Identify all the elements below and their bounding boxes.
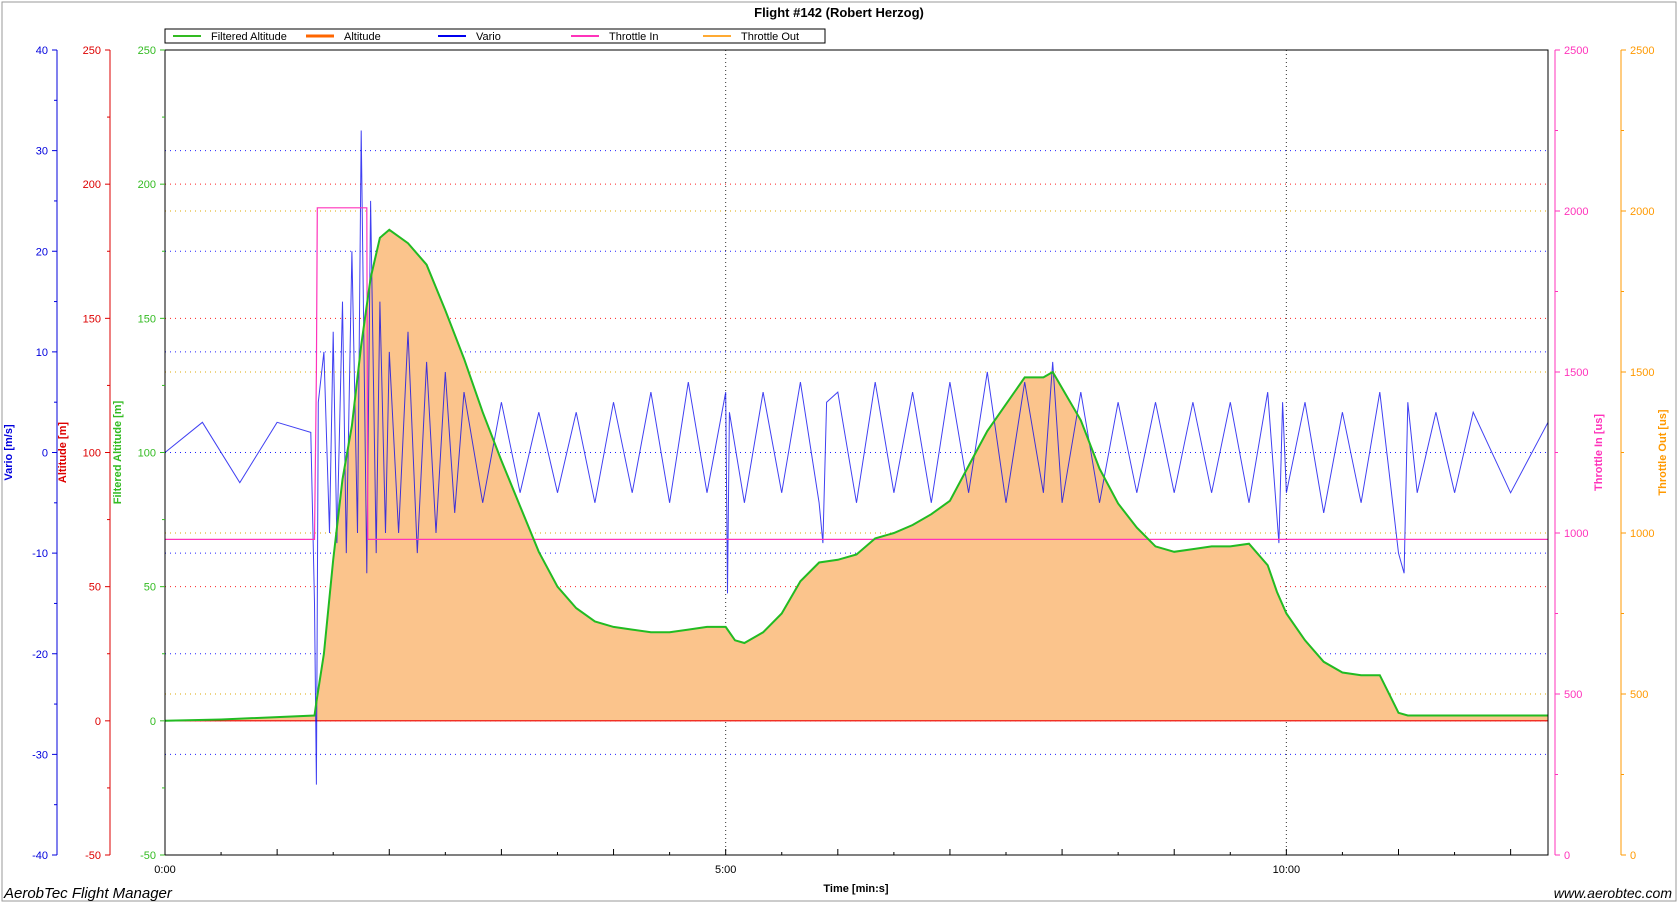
- filtered_altitude-tick-label: 250: [138, 45, 156, 57]
- filtered_altitude-tick-label: 0: [150, 716, 156, 728]
- throttle_in-tick-label: 2500: [1564, 45, 1588, 57]
- throttle_out-tick-label: 1500: [1630, 367, 1654, 379]
- filtered_altitude-tick-label: 200: [138, 179, 156, 191]
- throttle_out-tick-label: 2500: [1630, 45, 1654, 57]
- throttle_in-tick-label: 500: [1564, 689, 1582, 701]
- chart-title: Flight #142 (Robert Herzog): [754, 5, 924, 20]
- x-tick-label: 10:00: [1273, 864, 1301, 876]
- vario-tick-label: 10: [36, 347, 48, 359]
- filtered_altitude-tick-label: 100: [138, 448, 156, 460]
- app-name-footer: AerobTec Flight Manager: [3, 885, 173, 902]
- altitude-axis-title: Altitude [m]: [57, 422, 69, 483]
- throttle_in-tick-label: 2000: [1564, 206, 1588, 218]
- altitude-tick-label: 100: [83, 448, 101, 460]
- vario-tick-label: 30: [36, 146, 48, 158]
- vario-tick-label: 40: [36, 45, 48, 57]
- filtered_altitude-axis-title: Filtered Altitude [m]: [112, 400, 124, 504]
- flight-chart: Flight #142 (Robert Herzog) Filtered Alt…: [0, 0, 1678, 903]
- vario-tick-label: -30: [32, 749, 48, 761]
- x-tick-label: 0:00: [154, 864, 175, 876]
- throttle_in-tick-label: 1000: [1564, 528, 1588, 540]
- legend: Filtered Altitude Altitude Vario Throttle I…: [164, 28, 826, 44]
- altitude-tick-label: 50: [89, 582, 101, 594]
- legend-label: Vario: [476, 31, 501, 43]
- altitude-tick-label: 150: [83, 313, 101, 325]
- altitude-tick-label: 200: [83, 179, 101, 191]
- vario-tick-label: -20: [32, 649, 48, 661]
- throttle_out-tick-label: 2000: [1630, 206, 1654, 218]
- altitude-tick-label: -50: [85, 850, 101, 862]
- legend-label: Filtered Altitude: [211, 31, 287, 43]
- vario-tick-label: 20: [36, 246, 48, 258]
- website-footer: www.aerobtec.com: [1554, 885, 1673, 901]
- legend-label: Throttle Out: [741, 31, 799, 43]
- filtered_altitude-tick-label: 50: [144, 582, 156, 594]
- altitude-tick-label: 0: [95, 716, 101, 728]
- vario-tick-label: 0: [42, 448, 48, 460]
- throttle_out-tick-label: 0: [1630, 850, 1636, 862]
- throttle_in-axis-title: Throttle In [us]: [1593, 414, 1605, 491]
- filtered_altitude-tick-label: -50: [140, 850, 156, 862]
- vario-axis-title: Vario [m/s]: [3, 424, 15, 481]
- vario-tick-label: -10: [32, 548, 48, 560]
- vario-tick-label: -40: [32, 850, 48, 862]
- throttle_in-tick-label: 1500: [1564, 367, 1588, 379]
- throttle_out-tick-label: 500: [1630, 689, 1648, 701]
- altitude-tick-label: 250: [83, 45, 101, 57]
- throttle_out-tick-label: 1000: [1630, 528, 1654, 540]
- throttle_out-axis-title: Throttle Out [us]: [1657, 409, 1669, 495]
- legend-label: Altitude: [344, 31, 381, 43]
- filtered_altitude-tick-label: 150: [138, 313, 156, 325]
- throttle_in-tick-label: 0: [1564, 850, 1570, 862]
- legend-label: Throttle In: [609, 31, 659, 43]
- x-tick-label: 5:00: [715, 864, 736, 876]
- x-axis-title: Time [min:s]: [823, 883, 889, 895]
